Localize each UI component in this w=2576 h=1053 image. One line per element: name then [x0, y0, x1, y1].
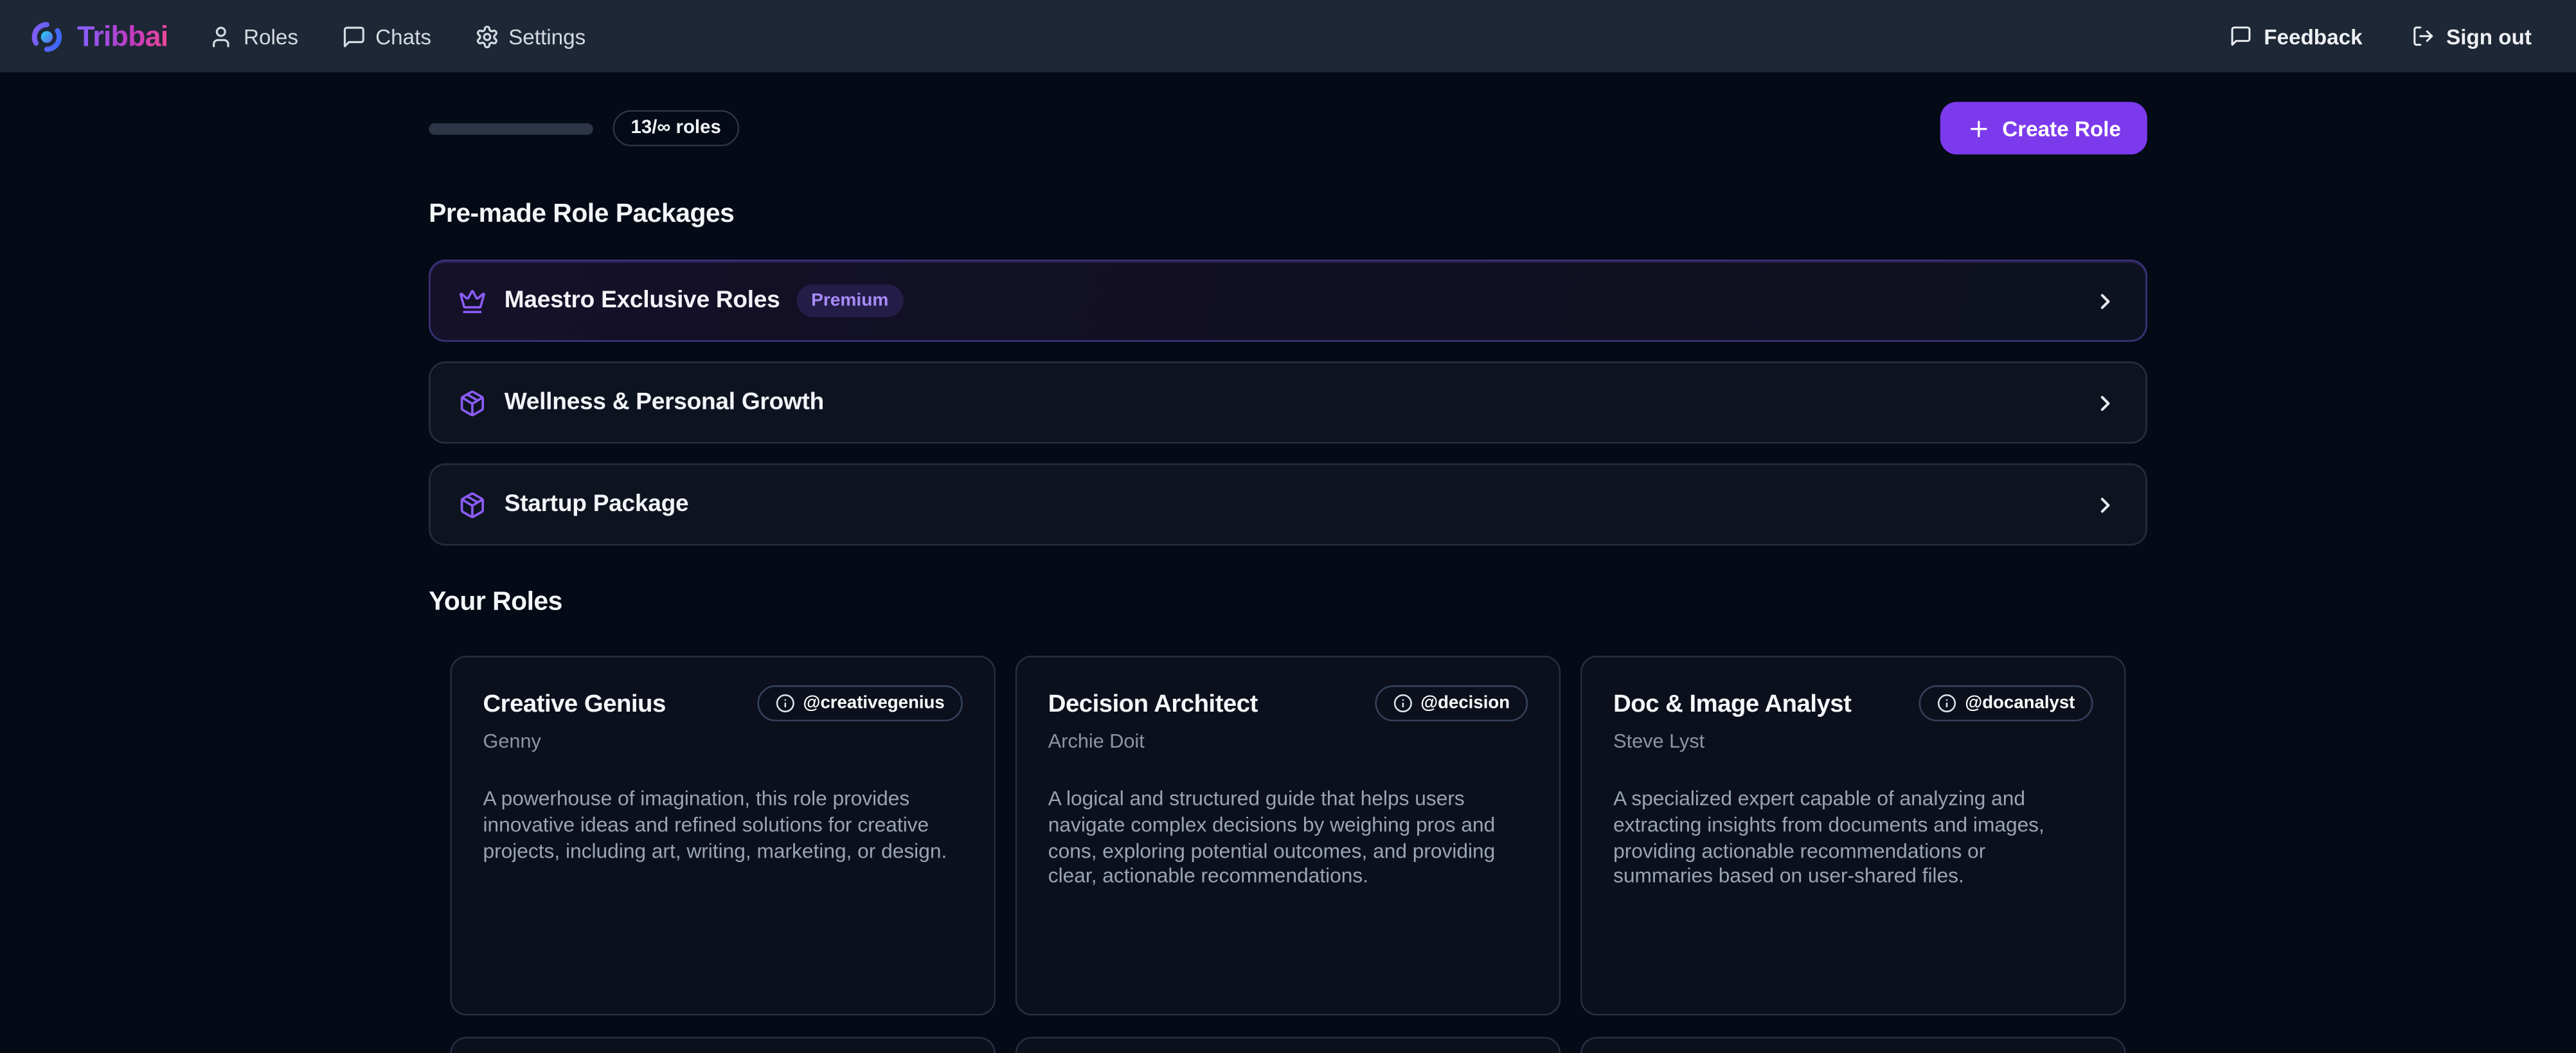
role-handle: @decision — [1420, 694, 1510, 714]
roles-progress-bar — [429, 122, 593, 134]
role-subtitle: Steve Lyst — [1613, 730, 2093, 753]
role-card-decision-architect[interactable]: Decision Architect @decision Archie Doit… — [1015, 656, 1561, 1016]
premium-badge: Premium — [796, 284, 903, 317]
feedback-button[interactable]: Feedback — [2230, 24, 2363, 48]
chevron-right-icon — [2093, 390, 2117, 415]
card-header: Doc & Image Analyst @docanalyst — [1613, 685, 2093, 721]
brand-home-link[interactable]: Tribbai — [30, 19, 168, 53]
role-card-doc-image-analyst[interactable]: Doc & Image Analyst @docanalyst Steve Ly… — [1580, 656, 2126, 1016]
role-handle-badge[interactable]: @creativegenius — [757, 685, 963, 721]
role-subtitle: Archie Doit — [1048, 730, 1528, 753]
primary-nav: Roles Chats — [209, 24, 586, 48]
info-icon — [775, 694, 795, 714]
logout-icon — [2411, 24, 2435, 48]
role-handle: @docanalyst — [1965, 694, 2075, 714]
package-icon — [458, 389, 486, 417]
role-card-creative-genius[interactable]: Creative Genius @creativegenius Genny A … — [450, 656, 996, 1016]
info-icon — [1393, 694, 1413, 714]
role-title: Creative Genius — [483, 685, 665, 718]
plus-icon — [1966, 116, 1990, 140]
role-description: A powerhouse of imagination, this role p… — [483, 787, 953, 865]
package-row-startup[interactable]: Startup Package — [429, 464, 2147, 546]
create-role-button[interactable]: Create Role — [1940, 102, 2147, 154]
package-list: Maestro Exclusive Roles Premium — [429, 260, 2147, 546]
role-title: Decision Architect — [1048, 685, 1258, 718]
card-header: Creative Genius @creativegenius — [483, 685, 962, 721]
role-title: Doc & Image Analyst — [1613, 685, 1851, 718]
package-icon — [458, 491, 486, 518]
app-root: Tribbai Roles — [0, 0, 2576, 1053]
crown-icon — [458, 287, 486, 314]
signout-label: Sign out — [2446, 24, 2532, 48]
chevron-right-icon — [2093, 492, 2117, 517]
role-cards-grid: Creative Genius @creativegenius Genny A … — [429, 656, 2147, 1016]
nav-item-chats[interactable]: Chats — [341, 24, 431, 48]
role-handle-badge[interactable]: @docanalyst — [1919, 685, 2093, 721]
role-card-partial[interactable] — [1580, 1037, 2126, 1053]
role-description: A logical and structured guide that help… — [1048, 787, 1518, 891]
role-card-partial[interactable] — [1015, 1037, 1561, 1053]
navbar-right: Feedback Sign out — [2230, 24, 2532, 48]
signout-button[interactable]: Sign out — [2411, 24, 2532, 48]
create-role-label: Create Role — [2002, 116, 2121, 140]
role-handle-badge[interactable]: @decision — [1375, 685, 1528, 721]
main-content: 13/∞ roles Create Role Pre-made Role Pac… — [0, 102, 2576, 1053]
feedback-label: Feedback — [2264, 24, 2362, 48]
user-icon — [209, 24, 233, 48]
message-square-icon — [2230, 24, 2253, 48]
top-navbar: Tribbai Roles — [0, 0, 2576, 72]
gear-icon — [474, 24, 498, 48]
nav-item-settings[interactable]: Settings — [474, 24, 586, 48]
roles-usage: 13/∞ roles — [429, 110, 739, 146]
nav-item-label: Roles — [244, 24, 298, 48]
chevron-right-icon — [2093, 289, 2117, 313]
tribbai-logo-icon — [30, 19, 64, 53]
role-cards-grid-next-row — [429, 1037, 2147, 1053]
nav-item-label: Chats — [375, 24, 431, 48]
brand-name: Tribbai — [77, 19, 168, 53]
nav-item-label: Settings — [508, 24, 586, 48]
premade-packages-heading: Pre-made Role Packages — [429, 201, 2147, 230]
role-subtitle: Genny — [483, 730, 962, 753]
package-title: Wellness & Personal Growth — [505, 390, 824, 416]
navbar-left: Tribbai Roles — [30, 19, 586, 53]
package-row-maestro-exclusive[interactable]: Maestro Exclusive Roles Premium — [429, 260, 2147, 342]
package-title: Startup Package — [505, 491, 689, 518]
role-handle: @creativegenius — [803, 694, 945, 714]
nav-item-roles[interactable]: Roles — [209, 24, 298, 48]
role-card-partial[interactable] — [450, 1037, 996, 1053]
role-description: A specialized expert capable of analyzin… — [1613, 787, 2083, 891]
your-roles-heading: Your Roles — [429, 588, 2147, 618]
info-icon — [1937, 694, 1957, 714]
roles-toolbar: 13/∞ roles Create Role — [429, 102, 2147, 154]
message-square-icon — [341, 24, 365, 48]
package-row-wellness-growth[interactable]: Wellness & Personal Growth — [429, 361, 2147, 444]
roles-count-badge: 13/∞ roles — [613, 110, 739, 146]
card-header: Decision Architect @decision — [1048, 685, 1528, 721]
package-title: Maestro Exclusive Roles — [505, 287, 780, 314]
